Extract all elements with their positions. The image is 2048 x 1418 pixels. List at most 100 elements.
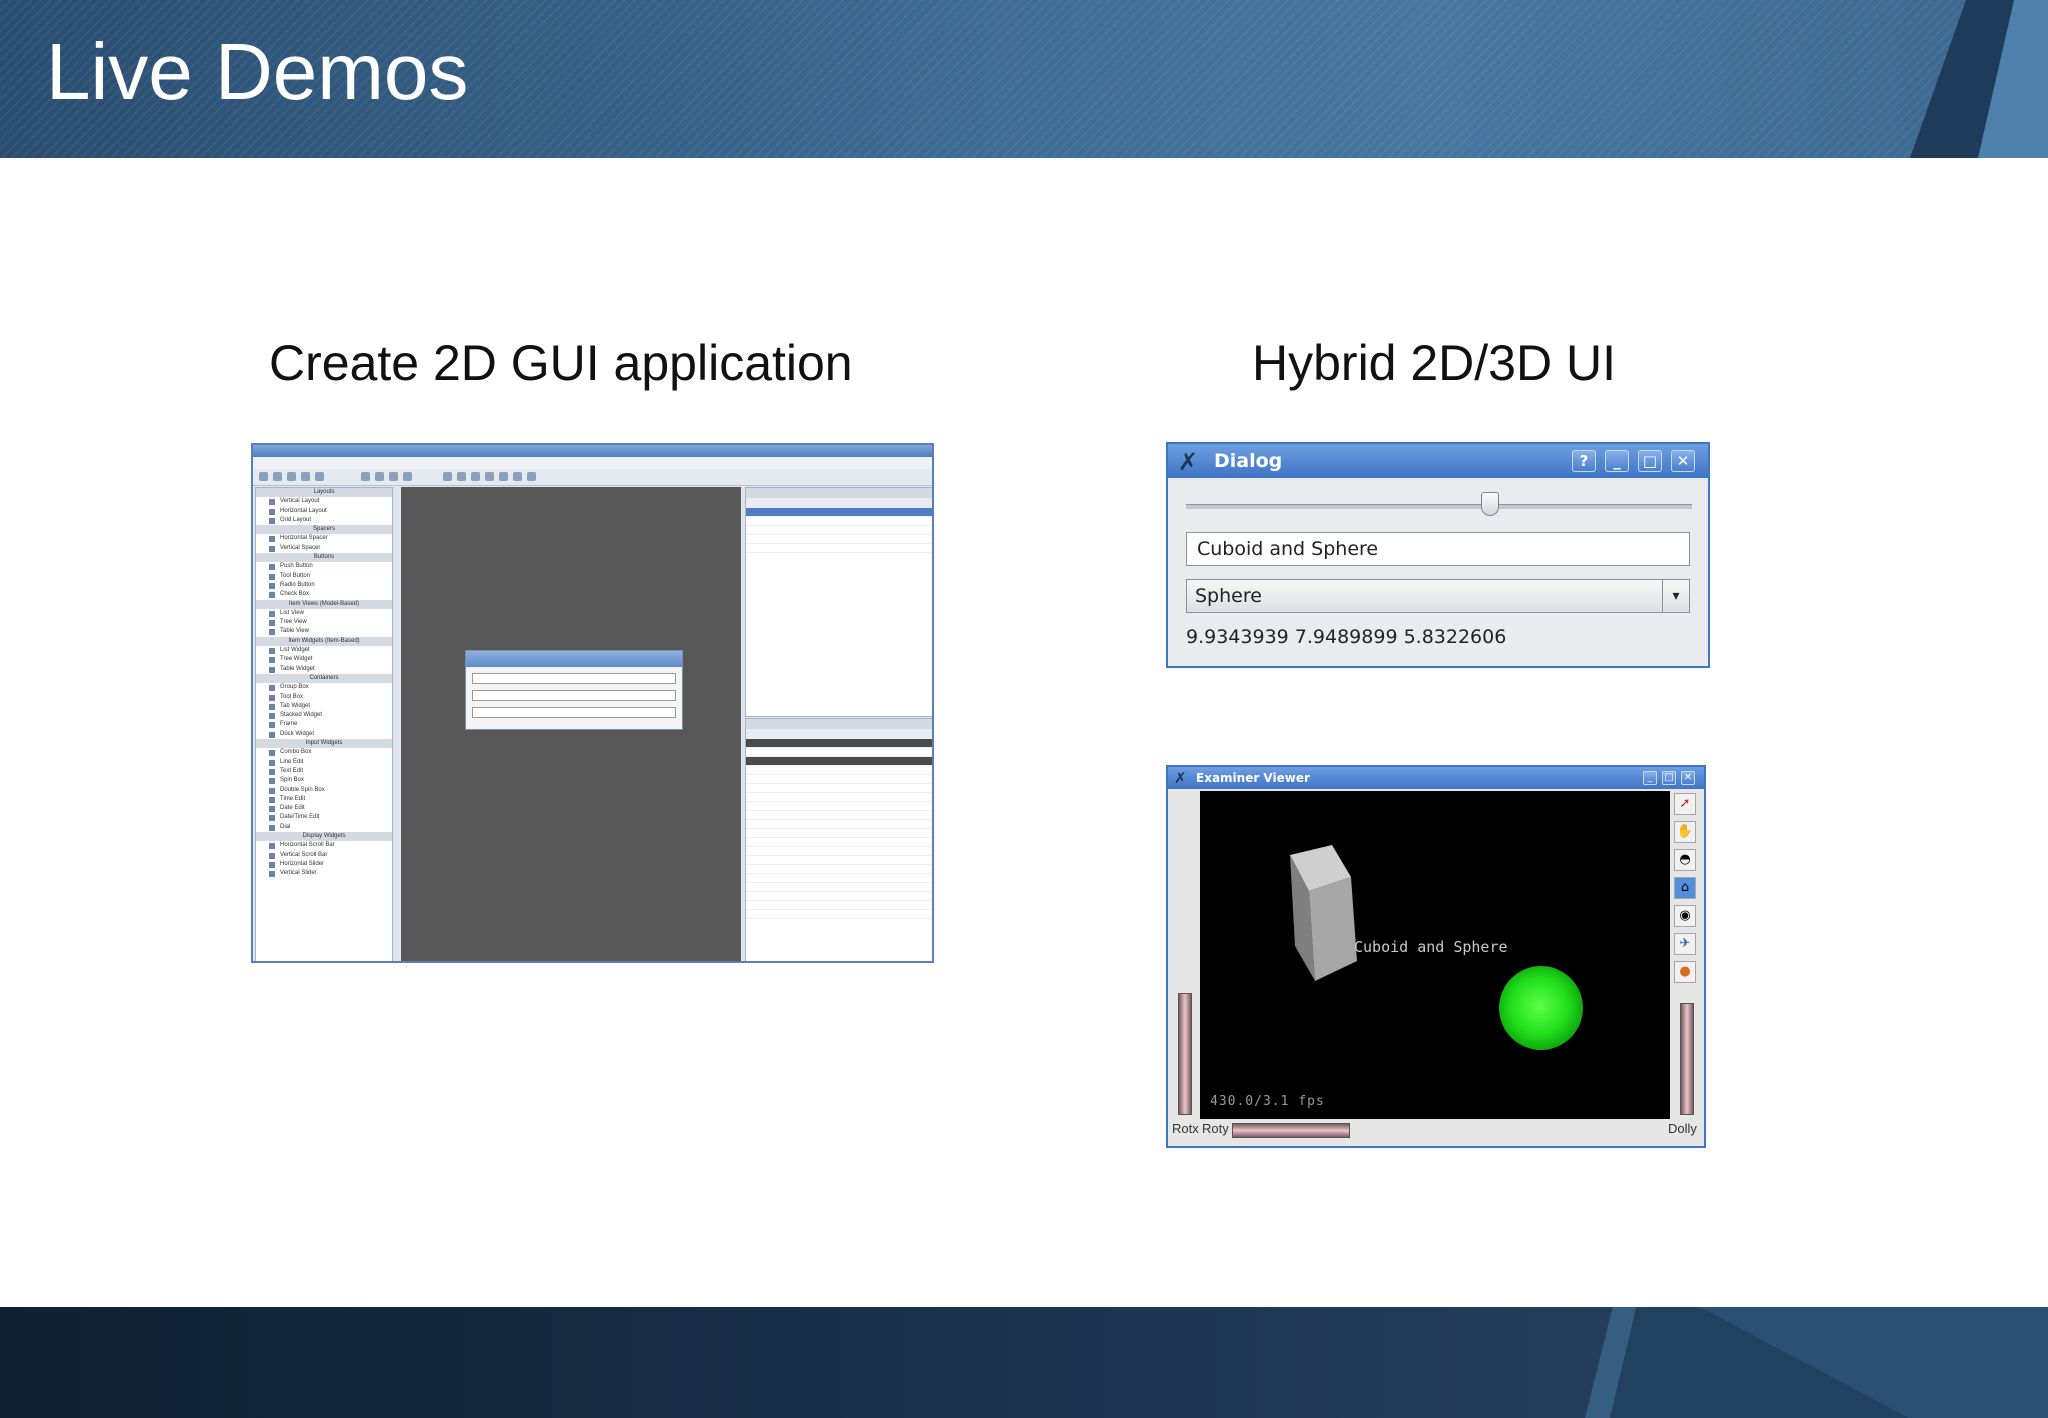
toolbar-icon <box>443 472 452 481</box>
x-logo-icon: ✗ <box>1178 448 1199 476</box>
designer-toolbar <box>253 469 932 486</box>
minimize-button[interactable]: _ <box>1605 450 1629 472</box>
widget-category[interactable]: Item Views (Model-Based) <box>256 599 392 609</box>
left-heading: Create 2D GUI application <box>269 335 853 391</box>
widget-item[interactable]: Table Widget <box>256 665 392 674</box>
toolbar-icon <box>361 472 370 481</box>
perspective-icon[interactable]: ● <box>1674 961 1696 983</box>
home-icon[interactable]: ⌂ <box>1674 877 1696 899</box>
designer-titlebar <box>253 445 932 457</box>
examiner-titlebar[interactable]: ✗ Examiner Viewer _ □ ✕ <box>1168 767 1704 789</box>
widget-box-panel: Layouts Vertical Layout Horizontal Layout G… <box>255 487 393 961</box>
widget-item[interactable]: Date/Time Edit <box>256 813 392 822</box>
widget-category[interactable]: Buttons <box>256 553 392 563</box>
widget-category[interactable]: Layouts <box>256 488 392 498</box>
roty-thumbwheel[interactable] <box>1178 993 1192 1115</box>
rotx-thumbwheel[interactable] <box>1232 1123 1350 1138</box>
slider-track[interactable] <box>1186 504 1692 509</box>
widget-item[interactable]: Check Box <box>256 590 392 599</box>
widget-item[interactable]: Tree View <box>256 618 392 627</box>
widget-item[interactable]: Line Edit <box>256 758 392 767</box>
values-label: 9.9343939 7.9489899 5.8322606 <box>1186 626 1507 648</box>
widget-item[interactable]: Text Edit <box>256 767 392 776</box>
dolly-thumbwheel[interactable] <box>1680 1003 1694 1115</box>
widget-item[interactable]: Horizontal Layout <box>256 507 392 516</box>
widget-item[interactable]: Tool Box <box>256 693 392 702</box>
rotx-label: Rotx <box>1172 1121 1199 1136</box>
combo-selected-value: Sphere <box>1195 585 1262 607</box>
slider-handle[interactable] <box>1480 492 1499 516</box>
viewport-text-label: Cuboid and Sphere <box>1354 938 1508 956</box>
widget-category[interactable]: Display Widgets <box>256 831 392 842</box>
maximize-button[interactable]: □ <box>1638 450 1662 472</box>
widget-item[interactable]: Vertical Slider <box>256 869 392 878</box>
toolbar-icon <box>389 472 398 481</box>
examiner-viewer-window: ✗ Examiner Viewer _ □ ✕ Cuboid and Spher… <box>1166 765 1706 1148</box>
eye-icon[interactable]: ◉ <box>1674 905 1696 927</box>
toolbar-icon <box>301 472 310 481</box>
green-sphere <box>1499 966 1583 1050</box>
toolbar-icon <box>471 472 480 481</box>
widget-item[interactable]: Dial <box>256 823 392 832</box>
slide-title: Live Demos <box>46 27 469 116</box>
widget-item[interactable]: List View <box>256 609 392 618</box>
form-canvas <box>401 487 741 961</box>
widget-category[interactable]: Item Widgets (Item-Based) <box>256 636 392 647</box>
widget-item[interactable]: Horizontal Slider <box>256 860 392 869</box>
shape-combo-box[interactable]: Sphere ▾ <box>1186 579 1690 613</box>
widget-item[interactable]: Combo Box <box>256 748 392 757</box>
form-dialog-preview <box>465 650 683 730</box>
toolbar-icon <box>259 472 268 481</box>
designer-menubar <box>253 457 932 469</box>
widget-item[interactable]: Tab Widget <box>256 702 392 711</box>
camera-icon[interactable]: ◓ <box>1674 849 1696 871</box>
dolly-label: Dolly <box>1668 1121 1697 1136</box>
3d-viewport[interactable]: Cuboid and Sphere 430.0/3.1 fps <box>1200 791 1670 1119</box>
close-button[interactable]: ✕ <box>1681 771 1695 785</box>
toolbar-icon <box>457 472 466 481</box>
widget-item[interactable]: Vertical Layout <box>256 497 392 506</box>
toolbar-icon <box>403 472 412 481</box>
hand-icon[interactable]: ✋ <box>1674 821 1696 843</box>
widget-item[interactable]: Group Box <box>256 683 392 692</box>
widget-item[interactable]: List Widget <box>256 646 392 655</box>
widget-item[interactable]: Horizontal Spacer <box>256 534 392 543</box>
toolbar-icon <box>485 472 494 481</box>
widget-item[interactable]: Tool Button <box>256 572 392 581</box>
arrow-icon[interactable]: ➚ <box>1674 793 1696 815</box>
maximize-button[interactable]: □ <box>1662 771 1676 785</box>
dialog-titlebar[interactable]: ✗ Dialog ? _ □ ✕ <box>1168 444 1708 478</box>
widget-item[interactable]: Radio Button <box>256 581 392 590</box>
widget-item[interactable]: Horizontal Scroll Bar <box>256 841 392 850</box>
widget-item[interactable]: Double Spin Box <box>256 786 392 795</box>
widget-category[interactable]: Containers <box>256 673 392 684</box>
widget-category[interactable]: Input Widgets <box>256 739 392 749</box>
widget-item[interactable]: Push Button <box>256 562 392 571</box>
x-logo-icon: ✗ <box>1174 769 1187 787</box>
widget-item[interactable]: Date Edit <box>256 804 392 813</box>
widget-category[interactable]: Spacers <box>256 525 392 535</box>
dialog-window: ✗ Dialog ? _ □ ✕ Cuboid and Sphere Spher… <box>1166 442 1710 668</box>
widget-item[interactable]: Grid Layout <box>256 516 392 525</box>
close-button[interactable]: ✕ <box>1671 450 1695 472</box>
text-line-edit[interactable]: Cuboid and Sphere <box>1186 532 1690 566</box>
widget-item[interactable]: Table View <box>256 627 392 636</box>
help-button[interactable]: ? <box>1572 450 1596 472</box>
pin-icon[interactable]: ✈ <box>1674 933 1696 955</box>
chevron-down-icon[interactable]: ▾ <box>1662 580 1689 612</box>
right-heading: Hybrid 2D/3D UI <box>1252 335 1616 391</box>
dialog-title: Dialog <box>1214 450 1283 472</box>
minimize-button[interactable]: _ <box>1643 771 1657 785</box>
toolbar-icon <box>315 472 324 481</box>
widget-item[interactable]: Frame <box>256 720 392 729</box>
widget-item[interactable]: Vertical Scroll Bar <box>256 851 392 860</box>
toolbar-icon <box>499 472 508 481</box>
toolbar-icon <box>375 472 384 481</box>
designer-screenshot: Layouts Vertical Layout Horizontal Layout G… <box>251 443 934 963</box>
widget-item[interactable]: Tree Widget <box>256 655 392 664</box>
widget-item[interactable]: Spin Box <box>256 776 392 785</box>
widget-item[interactable]: Time Edit <box>256 795 392 804</box>
widget-item[interactable]: Vertical Spacer <box>256 544 392 553</box>
widget-item[interactable]: Stacked Widget <box>256 711 392 720</box>
widget-item[interactable]: Dock Widget <box>256 730 392 739</box>
